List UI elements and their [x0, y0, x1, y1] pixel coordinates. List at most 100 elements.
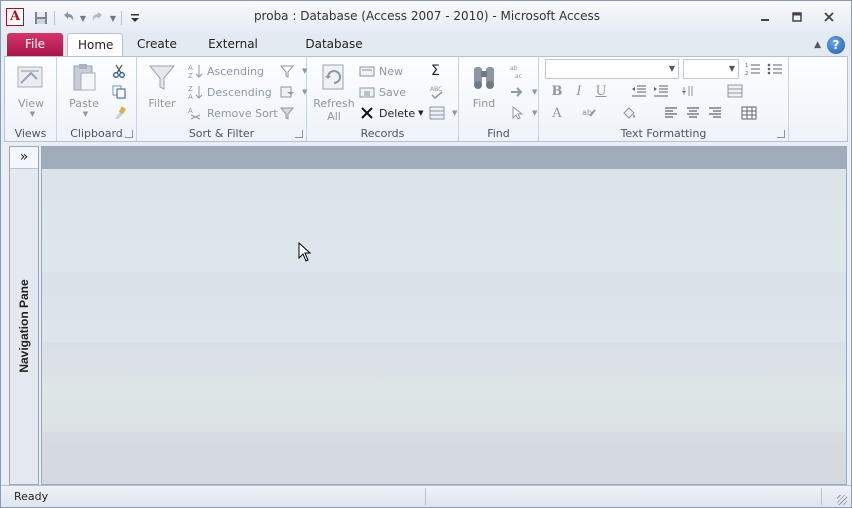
group-text-formatting: ▼ ▼ 12 B I U A ab Text Formatting [539, 57, 789, 141]
paragraph-direction-icon[interactable] [679, 81, 699, 101]
paste-dropdown-icon: ▼ [82, 110, 89, 118]
descending-button[interactable]: ZA Descending [187, 82, 272, 102]
go-to-dropdown-icon: ▼ [532, 88, 538, 96]
navigation-pane[interactable]: » Navigation Pane [9, 146, 39, 485]
align-center-icon[interactable] [683, 103, 703, 123]
group-records: Refresh All New Save Delete ▼ Σ ABC ▼ Re… [307, 57, 459, 141]
remove-sort-icon: A [187, 105, 203, 121]
ribbon-tabs: File Home Create External Data Database … [1, 33, 851, 73]
decrease-indent-icon[interactable] [629, 81, 649, 101]
close-icon[interactable] [813, 6, 845, 28]
help-icon[interactable]: ? [827, 36, 845, 54]
new-record-icon [359, 63, 375, 79]
highlight-icon[interactable]: ab [579, 103, 599, 123]
increase-indent-icon[interactable] [651, 81, 671, 101]
text-formatting-launcher-icon[interactable] [777, 130, 785, 138]
mouse-cursor-icon [298, 242, 312, 262]
arrow-right-icon [509, 84, 525, 100]
view-button[interactable]: View ▼ [8, 61, 54, 118]
refresh-all-button[interactable]: Refresh All [311, 61, 357, 123]
replace-button[interactable]: ab ac [509, 61, 529, 81]
find-label: Find [472, 97, 496, 110]
tab-home[interactable]: Home [67, 33, 123, 58]
select-dropdown-icon: ▼ [532, 109, 538, 117]
status-bar: Ready [1, 485, 851, 507]
cut-button[interactable] [111, 61, 131, 81]
title-bar: A ▼ ▼ proba : Database (Access 2007 - 20… [1, 1, 851, 33]
advanced-filter-icon [279, 84, 295, 100]
svg-text:ab: ab [510, 65, 518, 72]
paste-button[interactable]: Paste ▼ [61, 61, 107, 118]
delete-record-button[interactable]: Delete ▼ [359, 103, 424, 123]
more-dropdown-icon: ▼ [452, 109, 458, 117]
ascending-button[interactable]: AZ Ascending [187, 61, 264, 81]
group-clipboard: Paste ▼ Clipboard [57, 57, 137, 141]
go-to-button[interactable]: ▼ [509, 82, 537, 102]
window-controls [749, 6, 845, 28]
group-sort-filter: Filter AZ Ascending ZA Descending A Remo… [137, 57, 307, 141]
svg-text:A: A [188, 64, 193, 72]
tab-external-data[interactable]: External Data [189, 33, 277, 73]
copy-icon [111, 84, 127, 100]
align-left-icon[interactable] [661, 103, 681, 123]
underline-button[interactable]: U [591, 81, 611, 101]
numbering-icon[interactable]: 12 [743, 59, 763, 79]
font-size-combo[interactable]: ▼ [683, 59, 739, 79]
ribbon-tab-controls: ▲ ? [814, 36, 845, 54]
save-record-button[interactable]: Save [359, 82, 406, 102]
font-name-combo[interactable]: ▼ [545, 59, 679, 79]
new-record-button[interactable]: New [359, 61, 403, 81]
tab-database-tools[interactable]: Database Tools [285, 33, 383, 73]
svg-text:A: A [188, 93, 193, 100]
gridlines-icon[interactable] [725, 81, 745, 101]
select-pointer-icon [509, 105, 525, 121]
sort-filter-launcher-icon[interactable] [295, 130, 303, 138]
remove-sort-label: Remove Sort [207, 106, 278, 120]
svg-text:1: 1 [745, 63, 748, 69]
tab-create[interactable]: Create [127, 33, 183, 57]
sort-filter-group-label: Sort & Filter [188, 127, 255, 140]
group-views: View ▼ Views [5, 57, 57, 141]
copy-button[interactable] [111, 82, 131, 102]
align-right-icon[interactable] [705, 103, 725, 123]
more-records-button[interactable]: ▼ [429, 103, 457, 123]
select-button[interactable]: ▼ [509, 103, 537, 123]
totals-button[interactable]: Σ [431, 61, 440, 81]
svg-text:Z: Z [188, 85, 193, 93]
new-label: New [379, 64, 403, 78]
ascending-label: Ascending [207, 64, 265, 78]
nav-pane-toggle-button[interactable]: » [10, 147, 38, 169]
restore-icon[interactable] [781, 6, 813, 28]
bold-button[interactable]: B [547, 81, 567, 101]
clipboard-launcher-icon[interactable] [125, 130, 133, 138]
view-label: View [17, 97, 45, 110]
italic-button[interactable]: I [569, 81, 589, 101]
minimize-ribbon-icon[interactable]: ▲ [814, 40, 821, 50]
tab-file[interactable]: File [7, 33, 63, 56]
document-workspace [41, 146, 847, 485]
nav-pane-label-area[interactable]: Navigation Pane [12, 171, 36, 481]
filter-button[interactable]: Filter [139, 61, 185, 110]
view-icon [15, 61, 47, 93]
alternate-row-color-icon[interactable] [739, 103, 759, 123]
funnel-icon [146, 61, 178, 93]
paste-icon [68, 61, 100, 93]
spelling-button[interactable]: ABC [429, 82, 449, 102]
remove-sort-button[interactable]: A Remove Sort [187, 103, 278, 123]
svg-text:2: 2 [745, 71, 748, 76]
font-color-button[interactable]: A [547, 103, 567, 123]
selection-button[interactable]: ▼ [279, 61, 307, 81]
format-painter-icon [111, 105, 127, 121]
toggle-filter-button[interactable] [279, 103, 299, 123]
records-group-label: Records [360, 127, 405, 140]
minimize-icon[interactable] [749, 6, 781, 28]
format-painter-button[interactable] [111, 103, 131, 123]
font-name-dropdown-icon: ▼ [668, 64, 675, 73]
bullets-icon[interactable] [765, 59, 785, 79]
binoculars-icon [468, 61, 500, 93]
resize-grip-icon[interactable] [837, 495, 847, 505]
find-button[interactable]: Find [461, 61, 507, 110]
fill-color-icon[interactable] [619, 103, 639, 123]
advanced-filter-button[interactable]: ▼ [279, 82, 307, 102]
ribbon-home: View ▼ Views Paste ▼ Clipboard Filter A … [4, 56, 848, 142]
